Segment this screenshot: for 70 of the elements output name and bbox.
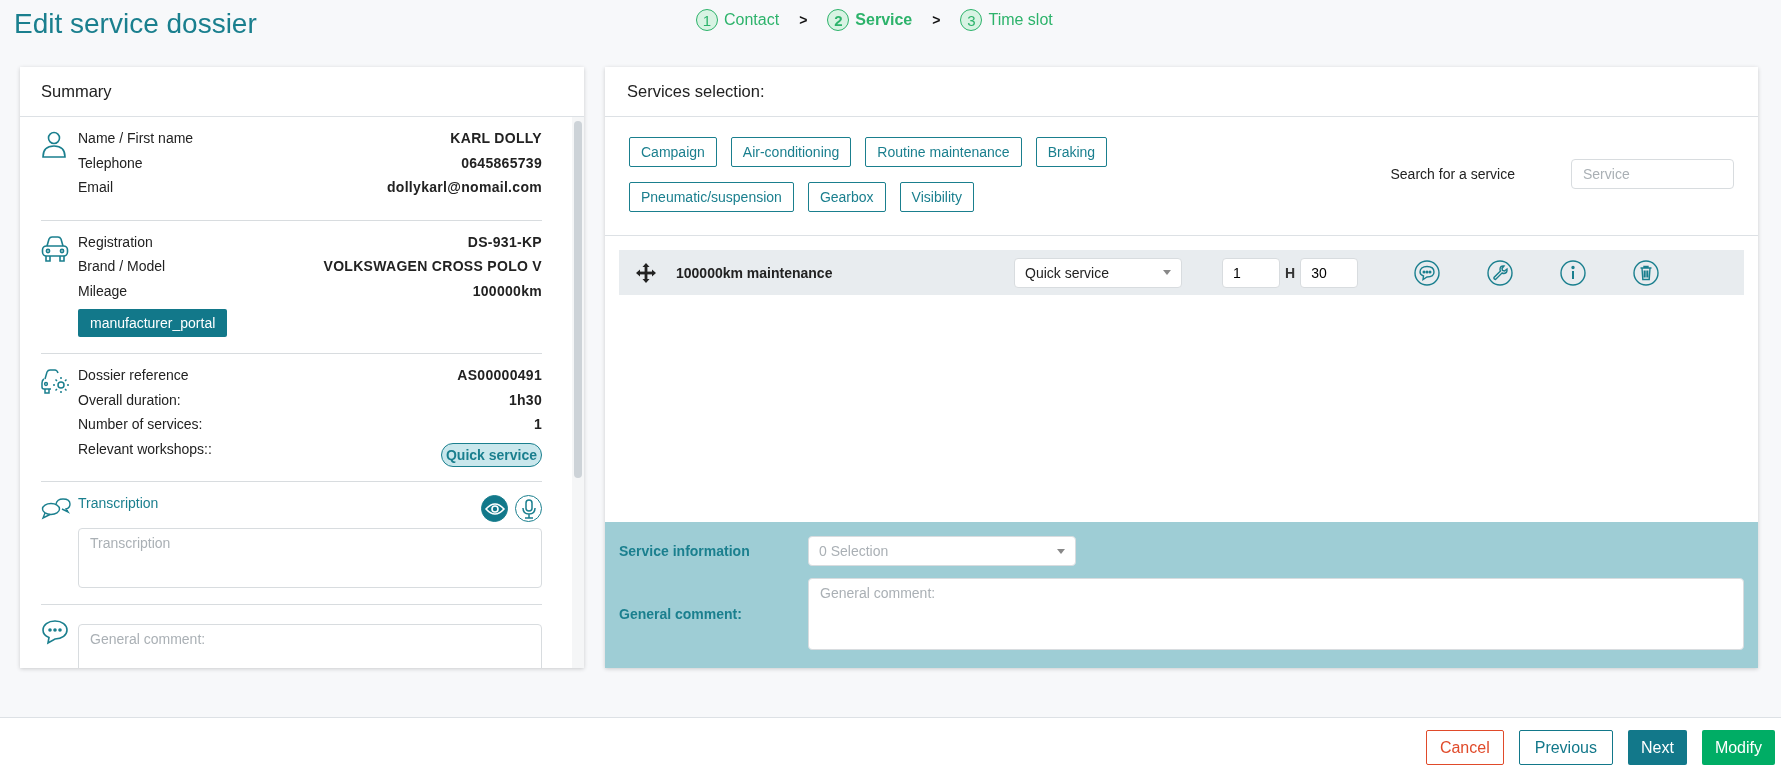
- comment-icon: [41, 619, 69, 645]
- field-label: Brand / Model: [78, 258, 166, 274]
- step-tab[interactable]: 2 Service: [827, 9, 913, 31]
- info-icon[interactable]: [1560, 259, 1587, 286]
- workshop-tag: Quick service: [440, 442, 542, 467]
- field-label: Telephone: [78, 154, 143, 171]
- field-value: VOLKSWAGEN CROSS POLO V: [323, 258, 542, 274]
- comment-field[interactable]: General comment:: [78, 624, 542, 668]
- cancel-button[interactable]: Cancel: [1425, 730, 1504, 765]
- general-comment-field[interactable]: General comment:: [808, 578, 1744, 650]
- service-name: 100000km maintenance: [676, 264, 834, 281]
- field-value: 100000km: [472, 282, 542, 299]
- field-label: Service information: [619, 543, 751, 559]
- category-button[interactable]: Air-conditioning: [730, 137, 852, 167]
- person-icon: [41, 131, 67, 159]
- field-label: Name / First name: [78, 130, 194, 146]
- hours-field[interactable]: 1: [1222, 257, 1280, 288]
- category-button[interactable]: Braking: [1035, 137, 1108, 167]
- panel-title: Summary: [41, 82, 112, 101]
- transcription-field[interactable]: Transcription: [78, 528, 542, 588]
- field-value: KARL DOLLY: [450, 130, 542, 146]
- category-button[interactable]: Campaign: [629, 137, 717, 167]
- step-separator: >: [799, 12, 808, 28]
- field-value: DS-931-KP: [467, 233, 542, 250]
- field-label: Mileage: [78, 282, 128, 299]
- car-gear-icon: [41, 368, 71, 396]
- page-title: Edit service dossier: [14, 8, 257, 40]
- portal-button[interactable]: manufacturer_portal: [78, 309, 228, 337]
- move-icon[interactable]: [636, 262, 656, 283]
- field-value: 0645865739: [461, 154, 542, 171]
- search-field[interactable]: Service: [1571, 159, 1734, 189]
- field-label: Email: [78, 179, 113, 195]
- section-label: Transcription: [78, 495, 159, 511]
- chat-bubbles-icon: [41, 496, 71, 520]
- secondary-button[interactable]: Previous: [1518, 730, 1613, 765]
- category-button[interactable]: Gearbox: [807, 182, 886, 212]
- comment-icon[interactable]: [1414, 259, 1441, 286]
- field-label: Dossier reference: [78, 367, 189, 383]
- step-separator: >: [932, 12, 941, 28]
- search-label: Search for a service: [1390, 166, 1515, 182]
- category-button[interactable]: Pneumatic/suspension: [629, 182, 794, 212]
- field-label: Overall duration:: [78, 391, 181, 408]
- minutes-field[interactable]: 30: [1300, 257, 1359, 288]
- trash-icon[interactable]: [1633, 259, 1660, 286]
- eye-icon: [484, 501, 505, 516]
- eye-button[interactable]: [481, 495, 508, 522]
- caret-icon: [1163, 270, 1171, 275]
- field-label: Number of services:: [78, 416, 203, 432]
- hours-unit: H: [1285, 264, 1296, 281]
- microphone-button[interactable]: [515, 495, 542, 522]
- scrollbar[interactable]: [572, 117, 584, 668]
- field-value: 1: [533, 416, 542, 432]
- panel-title: Services selection:: [627, 82, 765, 101]
- microphone-icon: [521, 498, 536, 519]
- field-value: AS00000491: [457, 367, 542, 383]
- category-button[interactable]: Visibility: [899, 182, 974, 212]
- caret-icon: [1057, 548, 1065, 554]
- wrench-icon[interactable]: [1487, 259, 1514, 286]
- confirm-button[interactable]: Modify: [1701, 730, 1775, 765]
- field-value: dollykarl@nomail.com: [386, 179, 542, 195]
- primary-button[interactable]: Next: [1627, 730, 1687, 765]
- field-label: Registration: [78, 233, 153, 250]
- category-button[interactable]: Routine maintenance: [865, 137, 1022, 167]
- field-label: Relevant workshops::: [78, 440, 212, 457]
- service-type-dropdown[interactable]: Quick service: [1014, 257, 1182, 288]
- step-tab[interactable]: 1 Contact: [696, 9, 780, 31]
- step-tab[interactable]: 3 Time slot: [960, 9, 1053, 31]
- field-value: 1h30: [508, 391, 542, 408]
- field-label: General comment:: [619, 606, 743, 622]
- car-icon: [41, 234, 69, 263]
